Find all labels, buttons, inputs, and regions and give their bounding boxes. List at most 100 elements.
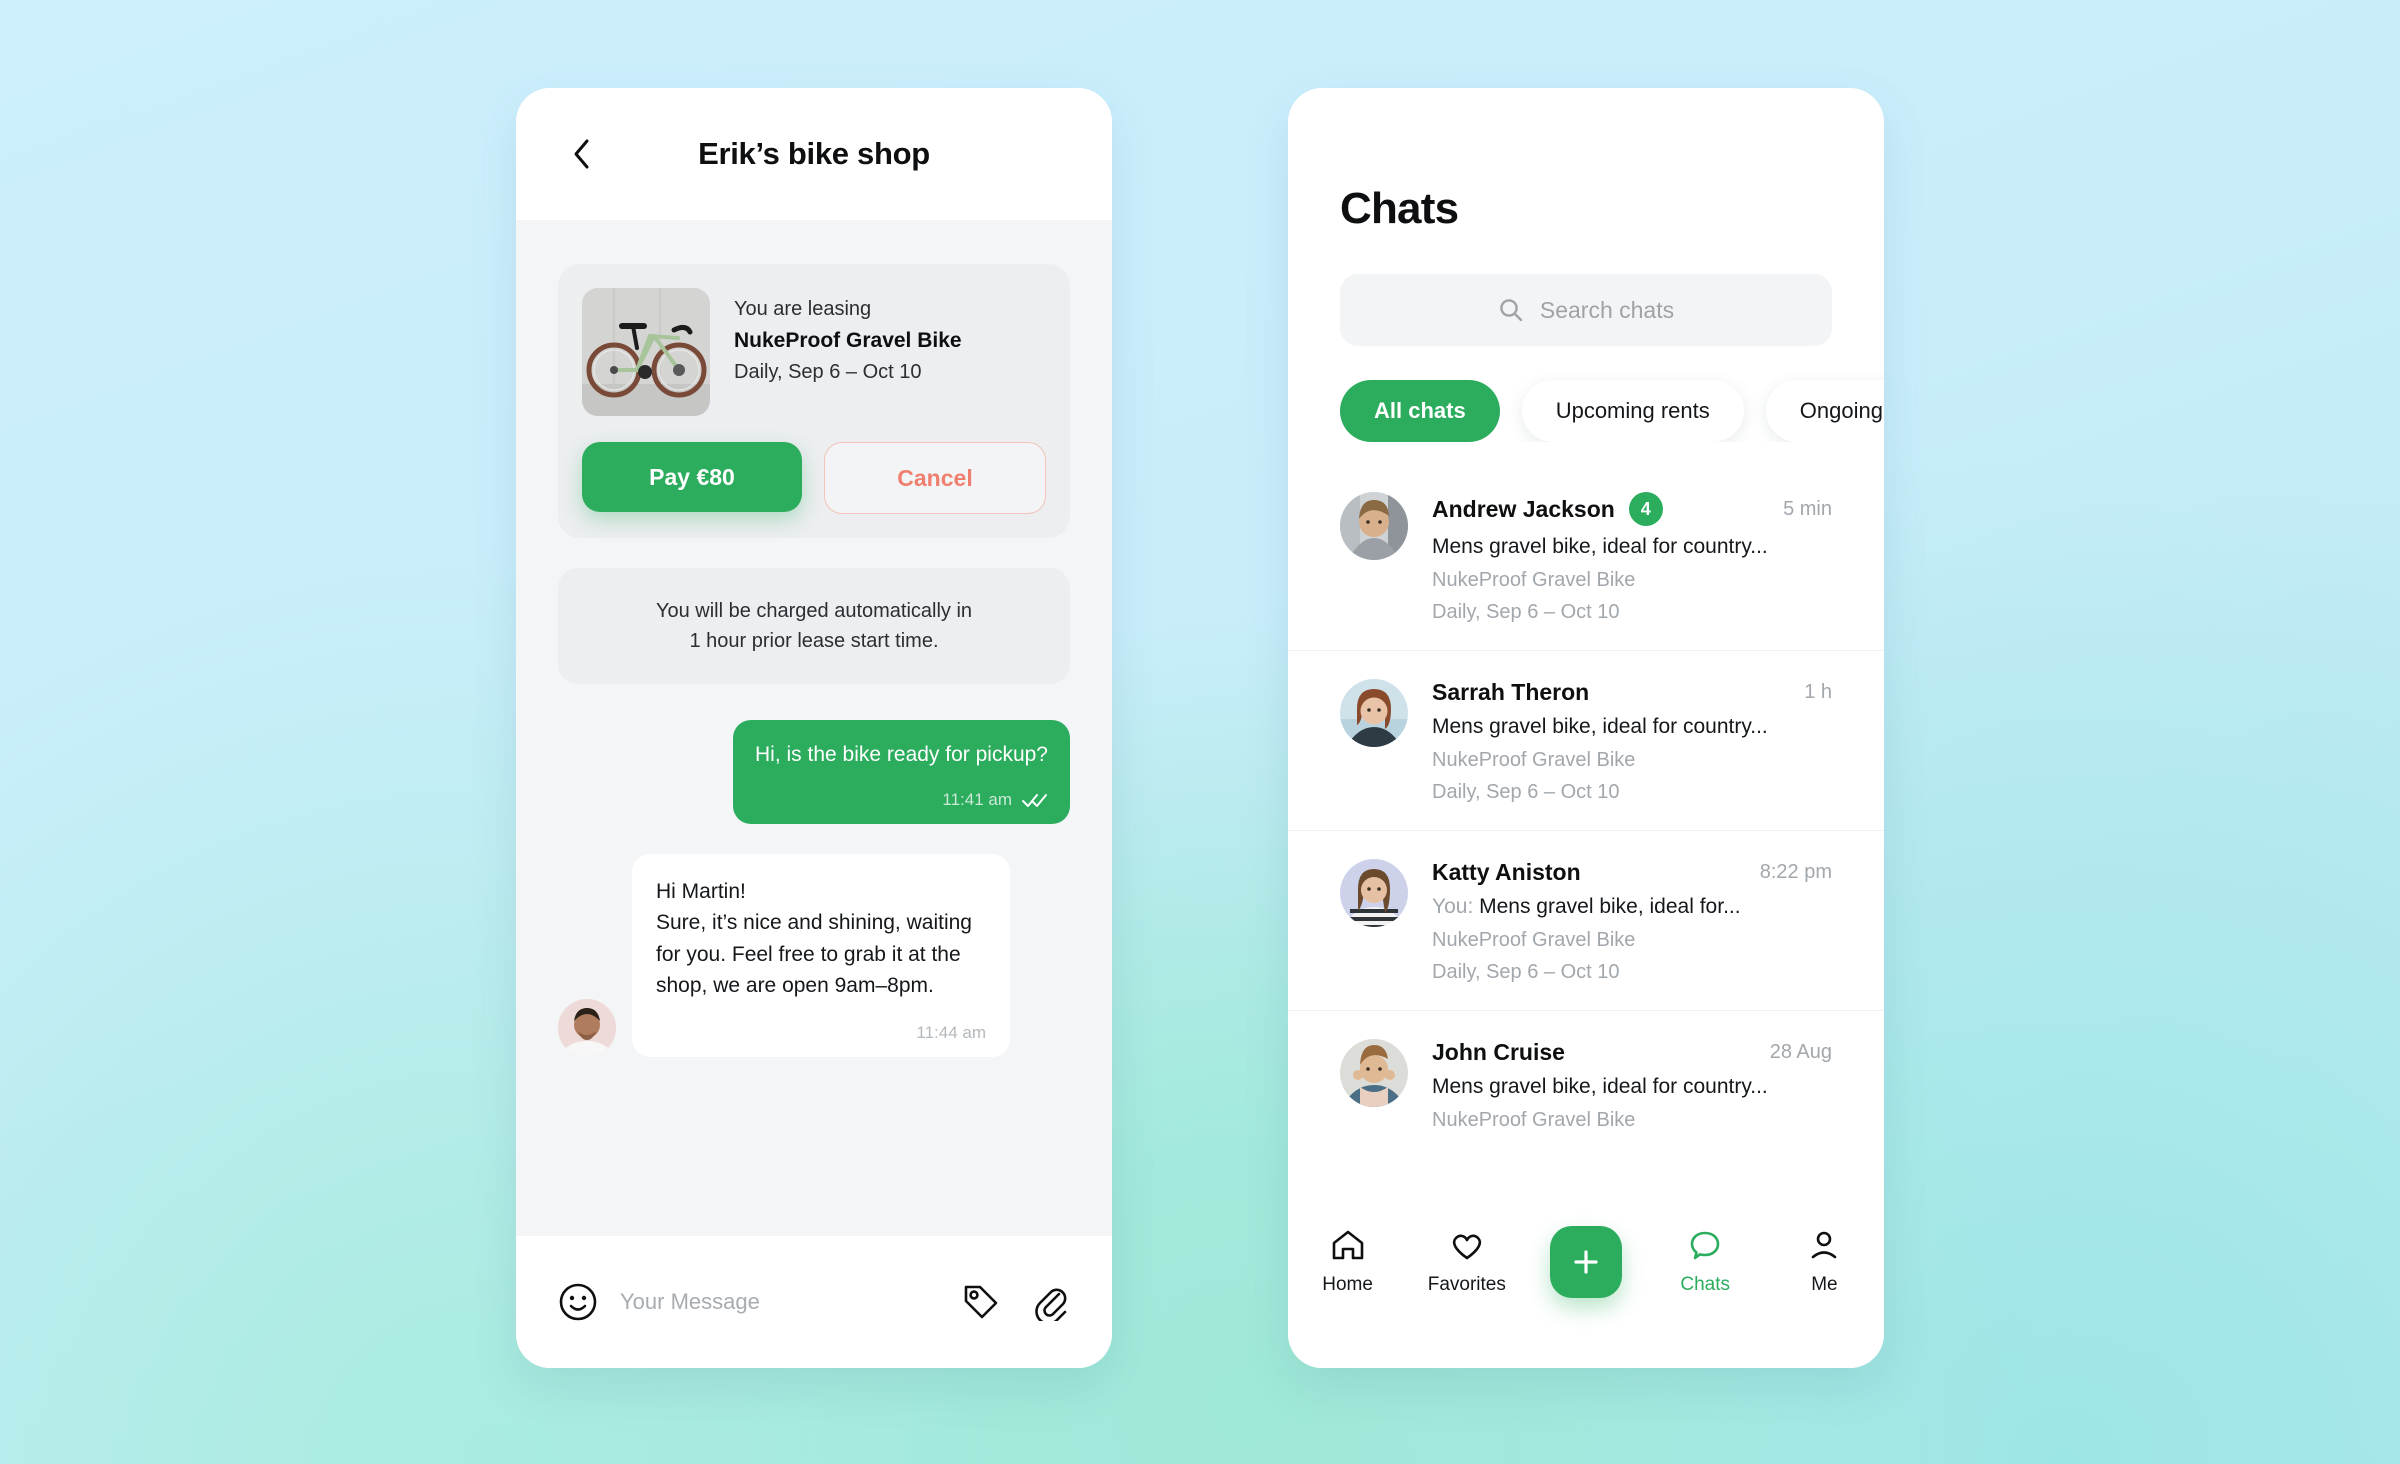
outgoing-message-bubble: Hi, is the bike ready for pickup? 11:41 …	[733, 720, 1070, 824]
shop-owner-avatar	[558, 999, 616, 1058]
message-composer: Your Message	[516, 1236, 1112, 1368]
unread-badge: 4	[1628, 492, 1663, 526]
lease-card: You are leasing NukeProof Gravel Bike Da…	[558, 264, 1070, 538]
chat-list-item[interactable]: John Cruise 28 Aug Mens gravel bike, ide…	[1288, 1010, 1884, 1158]
chat-item-period: Daily, Sep 6 – Oct 10	[1432, 781, 1620, 803]
tab-label: Home	[1322, 1274, 1373, 1295]
chat-item-content: Sarrah Theron 1 h Mens gravel bike, idea…	[1432, 679, 1832, 804]
chevron-left-icon	[574, 139, 589, 169]
tab-create[interactable]	[1526, 1226, 1645, 1298]
message-meta: 11:41 am	[755, 788, 1048, 812]
smiley-icon[interactable]	[558, 1282, 598, 1322]
bottom-navigation: Home Favorites Chats Me	[1288, 1202, 1884, 1368]
message-time: 11:41 am	[942, 789, 1012, 809]
chat-item-preview: You: Mens gravel bike, ideal for...	[1432, 895, 1832, 919]
search-placeholder: Search chats	[1539, 296, 1675, 323]
page-title: Chats	[1340, 184, 1459, 233]
incoming-message-row: Hi Martin! Sure, it’s nice and shining, …	[516, 824, 1112, 1058]
lease-label: You are leasing	[734, 298, 872, 320]
message-text: Hi Martin! Sure, it’s nice and shining, …	[656, 879, 972, 998]
chat-item-time: 5 min	[1783, 497, 1832, 520]
chat-item-listing: NukeProof Gravel Bike	[1432, 1109, 1636, 1131]
message-input[interactable]: Your Message	[620, 1289, 940, 1315]
filter-chips[interactable]: All chats Upcoming rents Ongoing rents	[1288, 346, 1884, 442]
avatar-katty	[1340, 859, 1408, 927]
add-button[interactable]	[1550, 1226, 1622, 1298]
chat-item-content: Andrew Jackson 4 5 min Mens gravel bike,…	[1432, 492, 1832, 624]
home-icon	[1332, 1230, 1363, 1260]
chat-list-item[interactable]: Sarrah Theron 1 h Mens gravel bike, idea…	[1288, 650, 1884, 830]
pay-button[interactable]: Pay €80	[582, 442, 802, 512]
search-input[interactable]: Search chats	[1340, 274, 1832, 346]
tag-icon[interactable]	[962, 1283, 1000, 1321]
notice-line-1: You will be charged automatically in	[655, 600, 973, 622]
chat-item-name: Andrew Jackson	[1432, 495, 1615, 522]
chat-message-area: You are leasing NukeProof Gravel Bike Da…	[516, 220, 1112, 1236]
back-button[interactable]	[560, 133, 602, 175]
avatar-illustration	[558, 999, 616, 1058]
avatar-illustration	[1340, 492, 1408, 560]
page-title: Erik’s bike shop	[698, 136, 930, 171]
auto-charge-notice: You will be charged automatically in 1 h…	[558, 568, 1070, 684]
chat-item-content: John Cruise 28 Aug Mens gravel bike, ide…	[1432, 1039, 1832, 1132]
chat-list-item[interactable]: Andrew Jackson 4 5 min Mens gravel bike,…	[1288, 464, 1884, 650]
notice-line-2: 1 hour prior lease start time.	[689, 630, 939, 652]
chat-item-preview: Mens gravel bike, ideal for country...	[1432, 535, 1768, 558]
cancel-button[interactable]: Cancel	[824, 442, 1046, 514]
message-text: Hi, is the bike ready for pickup?	[755, 743, 1048, 766]
outgoing-message-row: Hi, is the bike ready for pickup? 11:41 …	[516, 684, 1112, 824]
chat-item-name: John Cruise	[1432, 1039, 1565, 1065]
chat-item-name: Sarrah Theron	[1432, 679, 1590, 705]
avatar-illustration	[1340, 859, 1408, 927]
chat-item-preview: Mens gravel bike, ideal for country...	[1432, 1075, 1768, 1098]
double-check-icon	[1022, 793, 1047, 807]
bicycle-illustration	[582, 288, 710, 416]
tab-favorites[interactable]: Favorites	[1407, 1226, 1526, 1296]
chat-header: Erik’s bike shop	[516, 88, 1112, 220]
tab-chats[interactable]: Chats	[1646, 1226, 1765, 1296]
filter-chip-upcoming-rents[interactable]: Upcoming rents	[1521, 380, 1744, 442]
chat-item-listing: NukeProof Gravel Bike	[1432, 569, 1636, 591]
lease-item-name: NukeProof Gravel Bike	[734, 329, 962, 352]
incoming-message-bubble: Hi Martin! Sure, it’s nice and shining, …	[632, 853, 1010, 1058]
lease-period: Daily, Sep 6 – Oct 10	[734, 361, 922, 383]
message-time: 11:44 am	[916, 1022, 986, 1042]
tab-me[interactable]: Me	[1765, 1226, 1884, 1296]
bicycle-photo	[582, 288, 710, 416]
tab-home[interactable]: Home	[1288, 1226, 1407, 1296]
lease-actions: Pay €80 Cancel	[582, 442, 1046, 514]
tab-label: Favorites	[1427, 1274, 1506, 1295]
plus-icon	[1574, 1250, 1598, 1274]
filter-chip-ongoing-rents[interactable]: Ongoing rents	[1765, 380, 1884, 442]
stage: Erik’s bike shop You are leasing NukePro…	[0, 0, 2400, 1464]
avatar-andrew	[1340, 492, 1408, 560]
tab-label: Me	[1811, 1274, 1838, 1295]
chat-item-preview-text: Mens gravel bike, ideal for...	[1479, 895, 1741, 918]
chat-item-time: 8:22 pm	[1759, 861, 1832, 883]
filter-chip-all-chats[interactable]: All chats	[1340, 380, 1500, 442]
chat-item-time: 28 Aug	[1769, 1041, 1832, 1063]
avatar-illustration	[1340, 1039, 1408, 1107]
list-header: Chats Search chats	[1288, 88, 1884, 346]
chat-item-period: Daily, Sep 6 – Oct 10	[1432, 961, 1620, 983]
chat-item-listing: NukeProof Gravel Bike	[1432, 929, 1636, 951]
chat-item-period: Daily, Sep 6 – Oct 10	[1432, 601, 1620, 623]
chat-bubble-icon	[1690, 1231, 1720, 1260]
chat-list: Andrew Jackson 4 5 min Mens gravel bike,…	[1288, 464, 1884, 1158]
chat-item-preview: Mens gravel bike, ideal for country...	[1432, 715, 1768, 738]
chats-list-screen: Chats Search chats All chats Upcoming re…	[1288, 88, 1884, 1368]
composer-actions	[962, 1283, 1070, 1321]
chat-item-listing: NukeProof Gravel Bike	[1432, 749, 1636, 771]
search-icon	[1500, 299, 1523, 322]
heart-icon	[1452, 1234, 1481, 1260]
chat-item-preview-prefix: You:	[1432, 895, 1480, 918]
avatar-sarrah	[1340, 679, 1408, 747]
chat-item-content: Katty Aniston 8:22 pm You: Mens gravel b…	[1432, 859, 1832, 984]
avatar-illustration	[1340, 679, 1408, 747]
paperclip-icon[interactable]	[1032, 1283, 1070, 1321]
message-meta: 11:44 am	[656, 1020, 986, 1046]
chat-item-time: 1 h	[1804, 681, 1832, 703]
tab-label: Chats	[1680, 1274, 1731, 1295]
chat-list-item[interactable]: Katty Aniston 8:22 pm You: Mens gravel b…	[1288, 830, 1884, 1010]
chat-conversation-screen: Erik’s bike shop You are leasing NukePro…	[516, 88, 1112, 1368]
